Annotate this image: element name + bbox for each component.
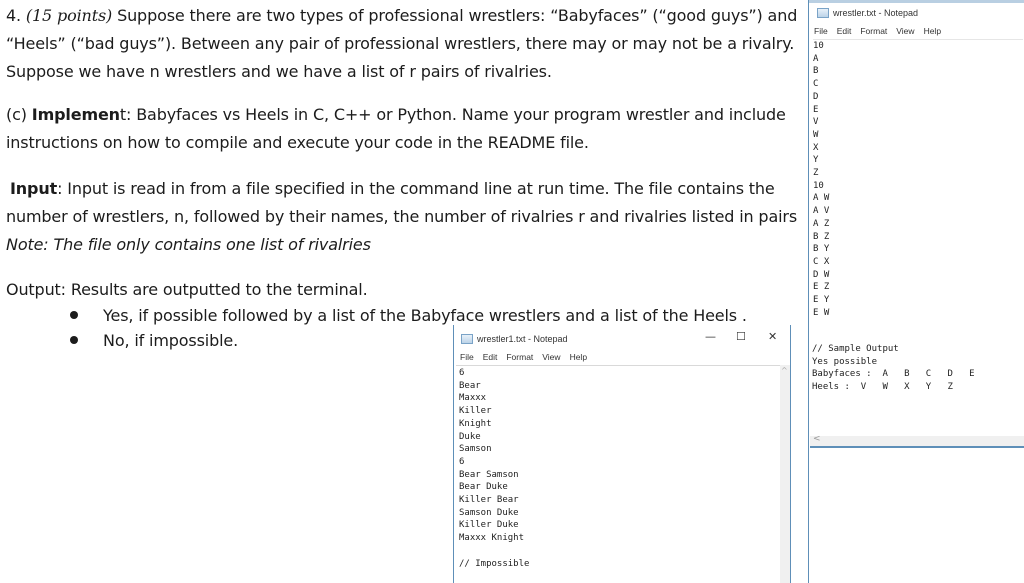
output-bullet-2: No, if impossible. <box>103 331 239 350</box>
maximize-button[interactable]: ☐ <box>736 331 746 343</box>
scroll-left-arrow-icon[interactable]: < <box>813 434 821 444</box>
input-heading: Input <box>10 179 58 198</box>
part-c-label: (c) <box>6 105 32 124</box>
editor-content[interactable]: 6 Bear Maxxx Killer Knight Duke Samson 6… <box>459 367 529 570</box>
menu-format[interactable]: Format <box>860 24 887 38</box>
sample-output-text[interactable]: // Sample Output Yes possible Babyfaces … <box>812 343 975 394</box>
part-c-line-1: (c) Implement: Babyfaces vs Heels in C, … <box>6 101 786 129</box>
problem-number: 4. <box>6 6 21 25</box>
bullet-dot <box>70 311 78 319</box>
menu-view[interactable]: View <box>542 350 560 364</box>
menu-bar: File Edit Format View Help <box>460 350 796 364</box>
input-text-1: : Input is read in from a file specified… <box>57 179 775 198</box>
window-title: wrestler1.txt - Notepad <box>477 334 568 344</box>
input-note: Note: The file only contains one list of… <box>6 235 371 254</box>
menu-edit[interactable]: Edit <box>483 350 498 364</box>
output-line: Output: Results are outputted to the ter… <box>6 280 368 299</box>
notepad-window-wrestler[interactable]: wrestler.txt - Notepad File Edit Format Vie… <box>808 0 1024 583</box>
horizontal-scrollbar[interactable]: < <box>810 434 1024 448</box>
minimize-button[interactable]: — <box>705 331 716 343</box>
input-line-2: number of wrestlers, n, followed by thei… <box>6 207 798 226</box>
bullet-dot <box>70 336 78 344</box>
menu-bar: File Edit Format View Help <box>814 24 1024 38</box>
intro-line-2: “Heels” (“bad guys”). Between any pair o… <box>6 34 795 53</box>
intro-line-3: Suppose we have n wrestlers and we have … <box>6 62 552 81</box>
menu-file[interactable]: File <box>460 350 474 364</box>
implement-heading: Implemen <box>31 105 120 124</box>
intro-text-1: Suppose there are two types of professio… <box>117 6 798 25</box>
window-title-bar[interactable]: wrestler.txt - Notepad <box>809 4 1024 22</box>
part-c-text-1: : Babyfaces vs Heels in C, C++ or Python… <box>126 105 786 124</box>
window-top-border <box>809 0 1024 3</box>
close-button[interactable]: ✕ <box>768 331 777 343</box>
menu-format[interactable]: Format <box>506 350 533 364</box>
input-line-1: Input: Input is read in from a file spec… <box>10 175 775 203</box>
notepad-icon <box>817 8 829 18</box>
vertical-scrollbar[interactable]: ^ <box>780 365 790 583</box>
intro-line-1: 4. (15 points) Suppose there are two typ… <box>6 2 797 30</box>
text-editor-area[interactable]: 6 Bear Maxxx Killer Knight Duke Samson 6… <box>456 365 781 583</box>
notepad-window-wrestler1[interactable]: wrestler1.txt - Notepad — ☐ ✕ File Edit Fo… <box>453 325 791 583</box>
notepad-icon <box>461 334 473 344</box>
menu-help[interactable]: Help <box>924 24 941 38</box>
menu-edit[interactable]: Edit <box>837 24 852 38</box>
text-editor-area[interactable]: 10 A B C D E V W X Y Z 10 A W A V A Z B … <box>813 39 1023 319</box>
menu-file[interactable]: File <box>814 24 828 38</box>
menu-help[interactable]: Help <box>570 350 587 364</box>
scroll-up-arrow-icon[interactable]: ^ <box>781 366 788 375</box>
window-title: wrestler.txt - Notepad <box>833 8 919 18</box>
menu-view[interactable]: View <box>896 24 914 38</box>
problem-points: (15 points) <box>25 6 113 25</box>
part-c-line-2: instructions on how to compile and execu… <box>6 133 589 152</box>
